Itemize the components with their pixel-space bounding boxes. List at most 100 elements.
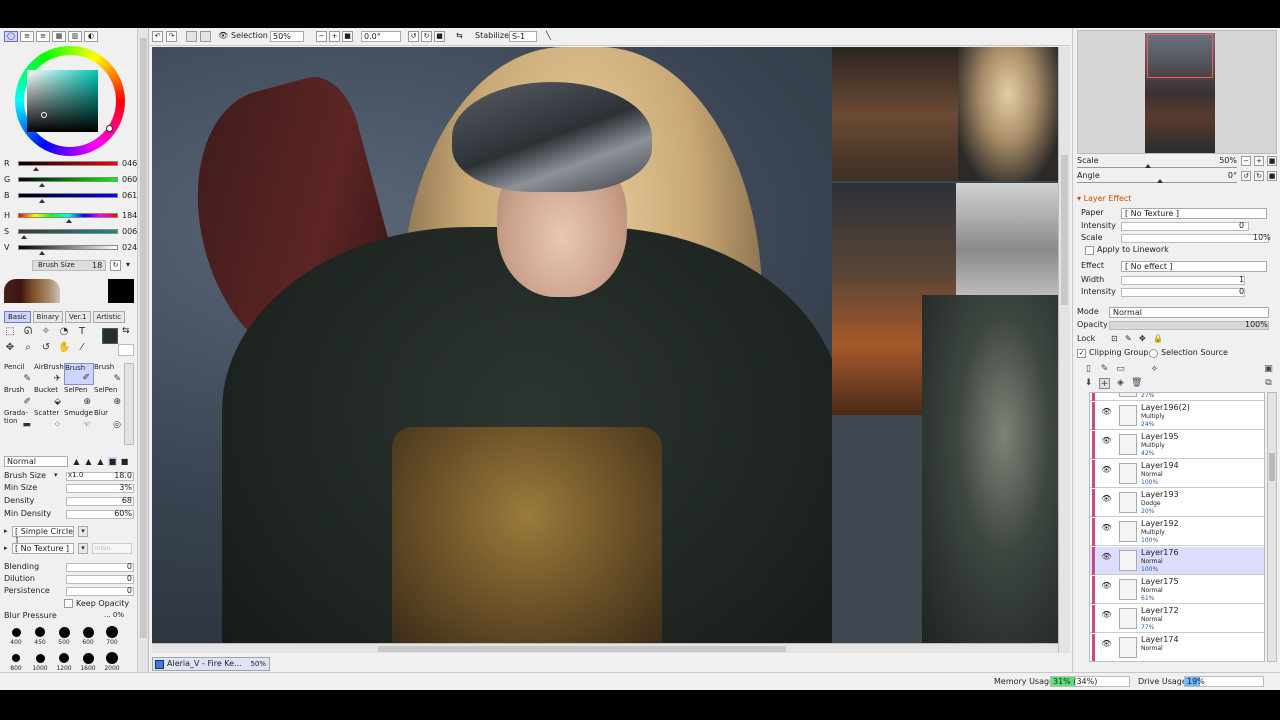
eye-icon[interactable]: 👁 [1101,493,1112,504]
layer-settings-icon[interactable]: ▣ [1263,364,1274,375]
swatch-mode-button[interactable]: ▦ [52,31,66,42]
angle-right-icon[interactable]: ↻ [1254,171,1264,181]
size-preset-dot[interactable] [106,626,118,638]
clear-layer-icon[interactable]: ◈ [1115,378,1126,389]
brush-slot-scatter[interactable]: Scatter ⁘ [34,409,64,431]
color-picker-icon[interactable]: ◔ [58,326,70,338]
lock-transparency-icon[interactable]: ⊡ [1111,334,1118,343]
size-preset-dot[interactable] [35,627,45,637]
zoom-in-icon[interactable]: + [329,31,340,42]
chevron-down-icon[interactable]: ▾ [54,471,58,479]
scale-slider[interactable] [1077,167,1237,168]
slider-handle[interactable] [21,235,27,239]
brush-slot-smudge[interactable]: Smudge ☜ [64,409,94,431]
selection-visibility-icon[interactable]: 👁 [218,31,228,40]
zoom-out-icon[interactable]: − [316,31,327,42]
effect-width-slider[interactable] [1121,276,1245,285]
brush-slot-bucket[interactable]: Bucket ⬙ [34,386,64,408]
angle-reset-icon[interactable]: ■ [1267,171,1277,181]
eye-icon[interactable]: 👁 [1101,464,1112,475]
layer-row[interactable]: 👁 Layer195 Multiply 42% [1090,431,1264,459]
size-preset-dot[interactable] [35,653,45,663]
chevron-down-icon[interactable]: ▾ [78,543,88,554]
brush-slot-blur[interactable]: Blur ◎ [94,409,124,431]
size-preset-dot[interactable] [106,652,118,664]
tool-tab-artistic[interactable]: Artistic [92,311,126,323]
rotate-left-icon[interactable]: ↺ [408,31,419,42]
angle-left-icon[interactable]: ↺ [1241,171,1251,181]
saturation-value-square[interactable] [27,70,98,132]
layer-row[interactable]: 👁 Layer175 Normal 61% [1090,576,1264,604]
layer-list-scrollbar[interactable] [1267,392,1277,662]
flip-horizontal-icon[interactable]: ⇆ [456,31,463,40]
text-tool-icon[interactable]: T [76,326,88,338]
stabilizer-select[interactable]: S-1 [509,31,537,42]
drawing-canvas[interactable] [152,47,1058,643]
slider-handle[interactable] [66,219,72,223]
navigator-viewport-frame[interactable] [1147,34,1213,78]
left-panel-scrollbar[interactable] [138,28,149,690]
new-folder-icon[interactable]: ▭ [1115,364,1126,375]
magic-wand-icon[interactable]: ✧ [40,326,52,338]
color-history-swatch[interactable] [4,279,60,303]
slider-handle[interactable] [39,199,45,203]
blur-pressure-value[interactable]: ... 0% [104,611,124,619]
paper-intensity-slider[interactable] [1121,222,1249,231]
size-preset-dot[interactable] [12,654,20,662]
rotate-icon[interactable]: ↺ [40,342,52,354]
current-color-swatch[interactable] [108,279,134,303]
tip-triangle-icon[interactable]: ▲ [72,457,81,466]
rotate-reset-icon[interactable]: ■ [434,31,445,42]
tip-triangle-icon[interactable]: ▲ [96,457,105,466]
new-linework-layer-icon[interactable]: ✎ [1099,364,1110,375]
blend-mode-select[interactable]: Normal [4,456,68,467]
layer-row[interactable]: 👁 Layer194 Normal 100% [1090,460,1264,488]
paper-texture-select[interactable]: [ No Texture ] [1121,208,1267,219]
layer-row[interactable]: 👁 Layer192 Multiply 100% [1090,518,1264,546]
transfer-down-icon[interactable]: ⬇ [1083,378,1094,389]
scale-decrease-icon[interactable]: − [1241,156,1251,166]
size-preset-dot[interactable] [59,653,69,663]
chevron-down-icon[interactable]: ▾ [126,260,130,269]
size-preset-dot[interactable] [82,626,94,638]
rotation-field[interactable]: 0.0° [361,31,401,42]
apply-mask-icon[interactable]: ⟡ [1149,364,1160,375]
lock-paint-icon[interactable]: ✎ [1125,334,1132,343]
lock-move-icon[interactable]: ✥ [1139,334,1146,343]
lock-all-icon[interactable]: 🔒 [1153,334,1163,343]
brush-shape-select[interactable]: [ Simple Circle ] [12,526,74,545]
eye-icon[interactable]: 👁 [1101,551,1112,562]
layer-row[interactable]: 👁 Layer196(2) Multiply 24% [1090,402,1264,430]
color-wheel-mode-button[interactable]: ◯ [4,31,18,42]
eye-icon[interactable]: 👁 [1101,522,1112,533]
brush-slot-brush[interactable]: Brush ✐ [64,363,94,385]
brush-slot-airbrush[interactable]: AirBrush ✈ [34,363,64,385]
trash-icon[interactable]: 🗑 [1131,378,1142,389]
scale-reset-icon[interactable]: ■ [1267,156,1277,166]
eyedropper-icon[interactable]: ⁄ [76,342,88,354]
effect-select[interactable]: [ No effect ] [1121,261,1267,272]
persistence-slider[interactable] [66,587,134,596]
tool-tab-binary[interactable]: Binary [32,311,64,323]
keep-opacity-checkbox[interactable] [64,599,73,608]
invert-selection-button[interactable] [200,31,211,42]
hand-icon[interactable]: ✋ [58,342,70,354]
scale-slider-handle[interactable] [1145,164,1151,168]
rgb-slider-mode-button[interactable]: ≡ [20,31,34,42]
tool-tab-ver1[interactable]: Ver.1 [65,311,91,323]
size-preset-dot[interactable] [82,652,94,664]
layer-row[interactable]: 👁Layer196Dodge27% [1090,393,1264,401]
slider-track[interactable] [18,229,118,234]
hsv-slider-mode-button[interactable]: ≡ [36,31,50,42]
angle-slider-handle[interactable] [1157,179,1163,183]
undo-icon[interactable]: ↶ [152,31,163,42]
slider-track[interactable] [18,193,118,198]
slider-handle[interactable] [39,183,45,187]
swap-colors-icon[interactable]: ⇆ [122,326,130,336]
canvas-vertical-scrollbar[interactable] [1058,47,1070,653]
layer-effect-header[interactable]: ▾ Layer Effect [1077,194,1131,203]
effect-intensity-slider[interactable] [1121,288,1245,297]
tip-triangle-icon[interactable]: ▲ [84,457,93,466]
size-preset-dot[interactable] [58,626,70,638]
palette-mode-button[interactable]: ◐ [84,31,98,42]
